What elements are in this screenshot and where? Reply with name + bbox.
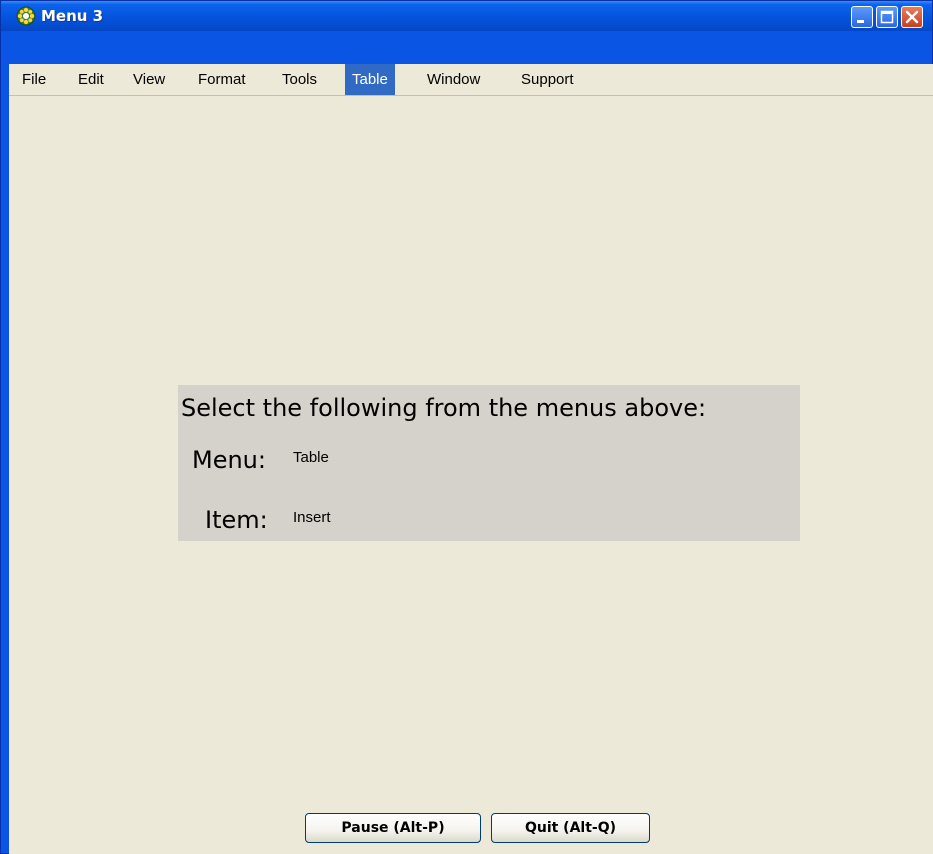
menu-edit[interactable]: Edit (71, 64, 111, 95)
pause-button[interactable]: Pause (Alt-P) (305, 813, 481, 843)
menu-table[interactable]: Table (345, 64, 395, 95)
minimize-icon (857, 20, 864, 23)
title-bar[interactable]: Menu 3 (1, 1, 932, 31)
maximize-button[interactable] (876, 6, 898, 28)
menu-label: Menu: (192, 446, 266, 474)
instruction-heading: Select the following from the menus abov… (181, 394, 707, 422)
menu-window[interactable]: Window (420, 64, 487, 95)
item-value: Insert (293, 509, 331, 526)
maximize-icon (880, 10, 894, 24)
close-icon (905, 10, 919, 24)
close-button[interactable] (901, 6, 923, 28)
menu-file[interactable]: File (15, 64, 53, 95)
menu-tools[interactable]: Tools (275, 64, 324, 95)
quit-button[interactable]: Quit (Alt-Q) (491, 813, 650, 843)
window-title: Menu 3 (41, 7, 104, 25)
item-label: Item: (205, 506, 268, 534)
menu-value: Table (293, 449, 329, 466)
app-icon (16, 6, 36, 26)
menu-format[interactable]: Format (191, 64, 253, 95)
minimize-button[interactable] (851, 6, 873, 28)
menu-view[interactable]: View (126, 64, 172, 95)
menu-support[interactable]: Support (514, 64, 581, 95)
